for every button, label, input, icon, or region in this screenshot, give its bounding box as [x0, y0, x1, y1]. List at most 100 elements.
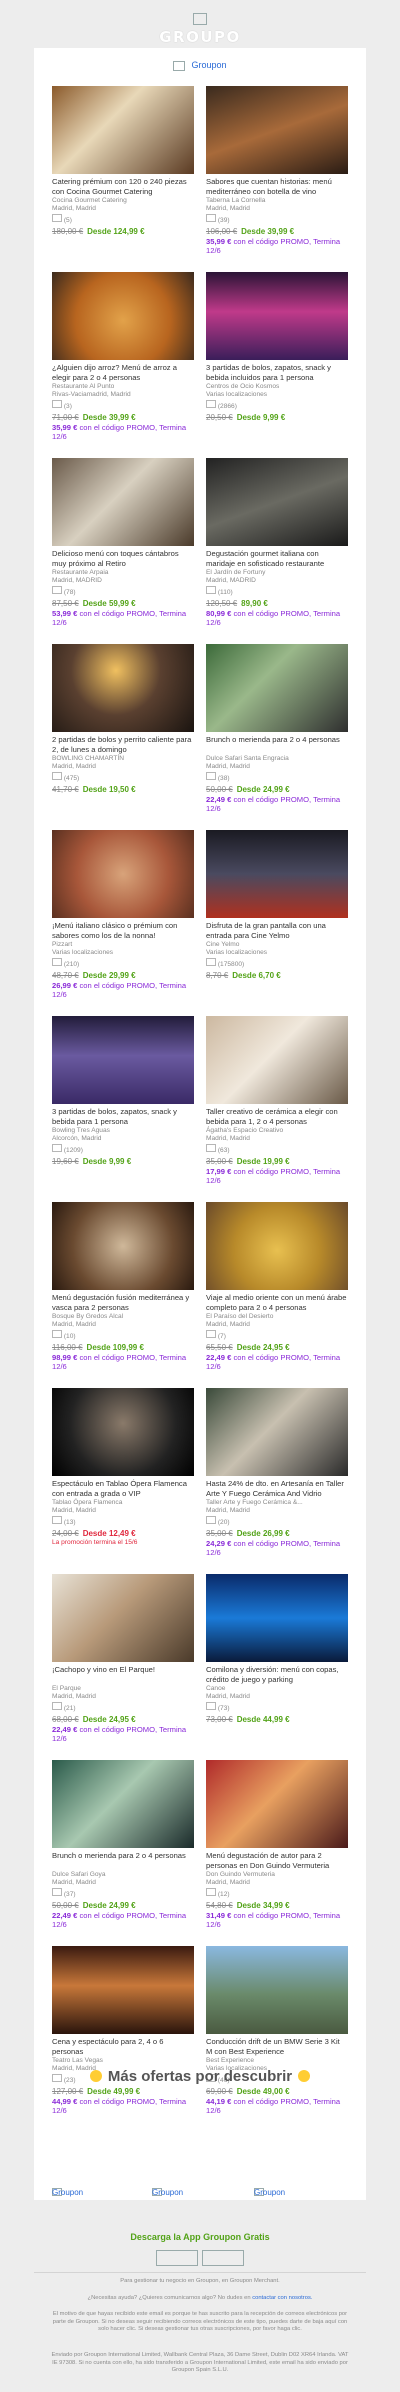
deal-card[interactable]: Cena y espectáculo para 2, 4 o 6 persona… [52, 1946, 194, 2118]
promo-line: 26,99 € con el código PROMO, Termina [52, 981, 194, 991]
deal-card[interactable]: Conducción drift de un BMW Serie 3 Kit M… [206, 1946, 348, 2118]
google-play-badge[interactable] [202, 2250, 244, 2266]
deal-card[interactable]: Viaje al medio oriente con un menú árabe… [206, 1202, 348, 1374]
deal-image[interactable] [206, 1388, 348, 1476]
deal-merchant: El Jardín de Fortuny [206, 569, 266, 576]
deal-card[interactable]: 2 partidas de bolos y perrito caliente p… [52, 644, 194, 816]
deal-image[interactable] [206, 1760, 348, 1848]
deal-title[interactable]: ¿Alguien dijo arroz? Menú de arroz a ele… [52, 363, 194, 383]
deal-title[interactable]: Disfruta de la gran pantalla con una ent… [206, 921, 348, 941]
deal-location: Madrid, Madrid [52, 1320, 96, 1328]
deal-image[interactable] [206, 86, 348, 174]
deal-image[interactable] [206, 1016, 348, 1104]
deal-card[interactable]: ¿Alguien dijo arroz? Menú de arroz a ele… [52, 272, 194, 444]
deal-rating: (5) [52, 212, 194, 225]
rating-count: (210) [63, 961, 80, 969]
deal-card[interactable]: Menú degustación de autor para 2 persona… [206, 1760, 348, 1932]
deal-card[interactable]: Brunch o merienda para 2 o 4 personas Du… [52, 1760, 194, 1932]
deal-image[interactable] [206, 1574, 348, 1662]
rating-count: (10) [63, 1333, 76, 1341]
more-offers-heading[interactable]: Más ofertas por descubrir [34, 2068, 366, 2085]
rating-stars-icon [206, 214, 216, 223]
deal-image[interactable] [52, 644, 194, 732]
deal-card[interactable]: 3 partidas de bolos, zapatos, snack y be… [206, 272, 348, 444]
deal-image[interactable] [52, 830, 194, 918]
deal-card[interactable]: ¡Cachopo y vino en El Parque! El Parque … [52, 1574, 194, 1746]
deal-location: Varias localizaciones [52, 948, 114, 956]
deal-title[interactable]: Degustación gourmet italiana con maridaj… [206, 549, 348, 569]
deal-title[interactable]: ¡Menú italiano clásico o prémium con sab… [52, 921, 194, 941]
deal-card[interactable]: Sabores que cuentan historias: menú medi… [206, 86, 348, 258]
deal-image[interactable] [52, 1574, 194, 1662]
app-store-badge[interactable] [156, 2250, 198, 2266]
deal-title[interactable]: Taller creativo de cerámica a elegir con… [206, 1107, 348, 1127]
deal-card[interactable]: ¡Menú italiano clásico o prémium con sab… [52, 830, 194, 1002]
deal-rating: (78) [52, 584, 194, 597]
deal-price: Desde 12,49 € [82, 1528, 136, 1538]
deal-image[interactable] [206, 272, 348, 360]
deal-card[interactable]: Comilona y diversión: menú con copas, cr… [206, 1574, 348, 1746]
deal-image[interactable] [206, 1202, 348, 1290]
banner-image-icon [173, 60, 186, 71]
footer-help-text: ¿Necesitas ayuda? ¿Quieres comunicarnos … [50, 2295, 350, 2303]
deal-image[interactable] [52, 1016, 194, 1104]
email-body: Groupon Catering prémium con 120 o 240 p… [34, 48, 366, 2200]
deal-title[interactable]: Conducción drift de un BMW Serie 3 Kit M… [206, 2037, 348, 2057]
deal-image[interactable] [206, 830, 348, 918]
original-price: 35,00 € [206, 1528, 233, 1538]
deal-image[interactable] [52, 86, 194, 174]
promo-code-text: con el código PROMO, Termina [233, 1352, 341, 1362]
deal-title[interactable]: Brunch o merienda para 2 o 4 personas [206, 735, 348, 755]
smiley-emoji-icon [298, 2070, 311, 2083]
deal-image[interactable] [52, 458, 194, 546]
deal-merchant: Pizzart [52, 941, 73, 948]
promo-line: 44,19 € con el código PROMO, Termina [206, 2097, 348, 2107]
download-app-label[interactable]: Descarga la App Groupon Gratis [0, 2232, 400, 2242]
deal-card[interactable]: Menú degustación fusión mediterránea y v… [52, 1202, 194, 1374]
rating-stars-icon [206, 1144, 216, 1153]
deal-card[interactable]: Disfruta de la gran pantalla con una ent… [206, 830, 348, 1002]
deal-title[interactable]: Catering prémium con 120 o 240 piezas co… [52, 177, 194, 197]
deal-card[interactable]: Brunch o merienda para 2 o 4 personas Du… [206, 644, 348, 816]
deal-title[interactable]: Hasta 24% de dto. en Artesanía en Taller… [206, 1479, 348, 1499]
deal-location: Madrid, Madrid [52, 1878, 96, 1886]
deal-image[interactable] [52, 1388, 194, 1476]
deal-card[interactable]: Taller creativo de cerámica a elegir con… [206, 1016, 348, 1188]
deal-image[interactable] [206, 1946, 348, 2034]
deal-card[interactable]: Catering prémium con 120 o 240 piezas co… [52, 86, 194, 258]
deal-title[interactable]: Espectáculo en Tablao Ópera Flamenca con… [52, 1479, 194, 1499]
top-banner[interactable]: Groupon [34, 60, 366, 71]
deal-card[interactable]: Degustación gourmet italiana con maridaj… [206, 458, 348, 630]
deal-card[interactable]: 3 partidas de bolos, zapatos, snack y be… [52, 1016, 194, 1188]
deal-card[interactable]: Hasta 24% de dto. en Artesanía en Taller… [206, 1388, 348, 1560]
deal-title[interactable]: Comilona y diversión: menú con copas, cr… [206, 1665, 348, 1685]
promo-code-text: con el código PROMO, Termina [233, 2096, 341, 2106]
deal-rating: (110) [206, 584, 348, 597]
deal-title[interactable]: Cena y espectáculo para 2, 4 o 6 persona… [52, 2037, 194, 2057]
deal-title[interactable]: 3 partidas de bolos, zapatos, snack y be… [52, 1107, 194, 1127]
promo-expiry: 12/6 [52, 1362, 67, 1372]
deal-card[interactable]: Delicioso menú con toques cántabros muy … [52, 458, 194, 630]
deal-title[interactable]: 2 partidas de bolos y perrito caliente p… [52, 735, 194, 755]
deal-image[interactable] [52, 1202, 194, 1290]
deal-title[interactable]: Delicioso menú con toques cántabros muy … [52, 549, 194, 569]
deal-image[interactable] [52, 1760, 194, 1848]
logo-text: GROUPO [159, 28, 241, 46]
deal-image[interactable] [52, 272, 194, 360]
deal-price-line: 106,00 € Desde 39,99 € [206, 227, 348, 237]
deal-title[interactable]: Menú degustación fusión mediterránea y v… [52, 1293, 194, 1313]
deal-price: Desde 49,00 € [236, 2086, 290, 2096]
contact-link[interactable]: contactar con nosotros. [252, 2295, 312, 2301]
deal-title[interactable]: Brunch o merienda para 2 o 4 personas [52, 1851, 194, 1871]
deal-title[interactable]: Menú degustación de autor para 2 persona… [206, 1851, 348, 1871]
deal-image[interactable] [206, 644, 348, 732]
deal-title[interactable]: Sabores que cuentan historias: menú medi… [206, 177, 348, 197]
deal-image[interactable] [206, 458, 348, 546]
deal-title[interactable]: ¡Cachopo y vino en El Parque! [52, 1665, 194, 1685]
groupon-logo[interactable]: GROUPO [0, 10, 400, 46]
deal-price-line: 50,00 € Desde 24,99 € [52, 1901, 194, 1911]
deal-title[interactable]: 3 partidas de bolos, zapatos, snack y be… [206, 363, 348, 383]
deal-image[interactable] [52, 1946, 194, 2034]
deal-title[interactable]: Viaje al medio oriente con un menú árabe… [206, 1293, 348, 1313]
deal-card[interactable]: Espectáculo en Tablao Ópera Flamenca con… [52, 1388, 194, 1560]
